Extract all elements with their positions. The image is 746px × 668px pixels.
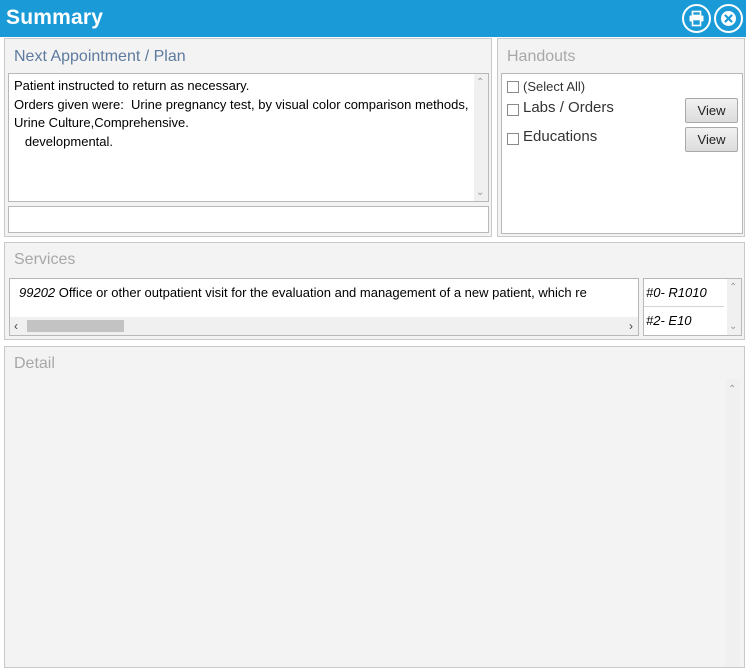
service-description: Office or other outpatient visit for the…: [58, 285, 587, 300]
scroll-down-icon[interactable]: ⌄: [476, 188, 484, 198]
select-all-checkbox[interactable]: [507, 81, 519, 93]
diagnosis-item[interactable]: #2- E10: [646, 313, 692, 328]
plan-panel: Next Appointment / Plan Patient instruct…: [4, 38, 492, 237]
diagnosis-item[interactable]: #0- R1010: [646, 285, 707, 300]
services-list: 99202 Office or other outpatient visit f…: [9, 278, 639, 336]
diagnosis-list: #0- R1010 #2- E10 ⌃ ⌄: [643, 278, 742, 336]
handouts-panel-title: Handouts: [507, 48, 576, 65]
educations-view-button[interactable]: View: [685, 127, 738, 152]
close-icon: [721, 11, 736, 26]
services-hscrollbar[interactable]: ‹ ›: [10, 317, 638, 335]
detail-scrollbar[interactable]: ⌃: [726, 379, 740, 667]
divider: [644, 306, 724, 307]
services-panel: Services 99202 Office or other outpatien…: [4, 242, 745, 340]
educations-checkbox[interactable]: [507, 133, 519, 145]
scroll-down-icon[interactable]: ⌄: [729, 322, 737, 332]
scroll-up-icon[interactable]: ⌃: [729, 283, 737, 293]
detail-panel-title: Detail: [14, 355, 55, 372]
scroll-left-icon[interactable]: ‹: [14, 320, 18, 332]
close-button[interactable]: [714, 4, 743, 33]
educations-label: Educations: [523, 128, 598, 145]
scroll-up-icon[interactable]: ⌃: [728, 385, 736, 395]
detail-panel: Detail ⌃: [4, 346, 745, 668]
service-code: 99202: [19, 285, 56, 300]
scroll-up-icon[interactable]: ⌃: [476, 78, 484, 88]
select-all-label: (Select All): [523, 79, 586, 94]
labs-orders-view-button[interactable]: View: [685, 98, 738, 123]
printer-icon: [689, 10, 704, 27]
service-row[interactable]: 99202 Office or other outpatient visit f…: [19, 285, 587, 300]
print-button[interactable]: [682, 4, 711, 33]
services-panel-title: Services: [14, 251, 76, 268]
diagnosis-scrollbar[interactable]: ⌃ ⌄: [727, 279, 741, 335]
scroll-thumb[interactable]: [27, 320, 124, 332]
plan-input[interactable]: [8, 206, 489, 233]
handouts-list: (Select All) Labs / Orders View Educatio…: [501, 73, 743, 234]
handouts-panel: Handouts (Select All) Labs / Orders View…: [497, 38, 745, 237]
plan-panel-title: Next Appointment / Plan: [14, 48, 186, 65]
plan-notes-scrollbar[interactable]: ⌃ ⌄: [474, 74, 488, 201]
title-bar: Summary: [0, 0, 746, 37]
scroll-right-icon[interactable]: ›: [629, 320, 633, 332]
labs-orders-label: Labs / Orders: [523, 99, 614, 116]
plan-notes-textarea[interactable]: Patient instructed to return as necessar…: [8, 73, 489, 202]
labs-orders-checkbox[interactable]: [507, 104, 519, 116]
window-title: Summary: [6, 6, 104, 29]
plan-notes-text: Patient instructed to return as necessar…: [14, 78, 469, 149]
